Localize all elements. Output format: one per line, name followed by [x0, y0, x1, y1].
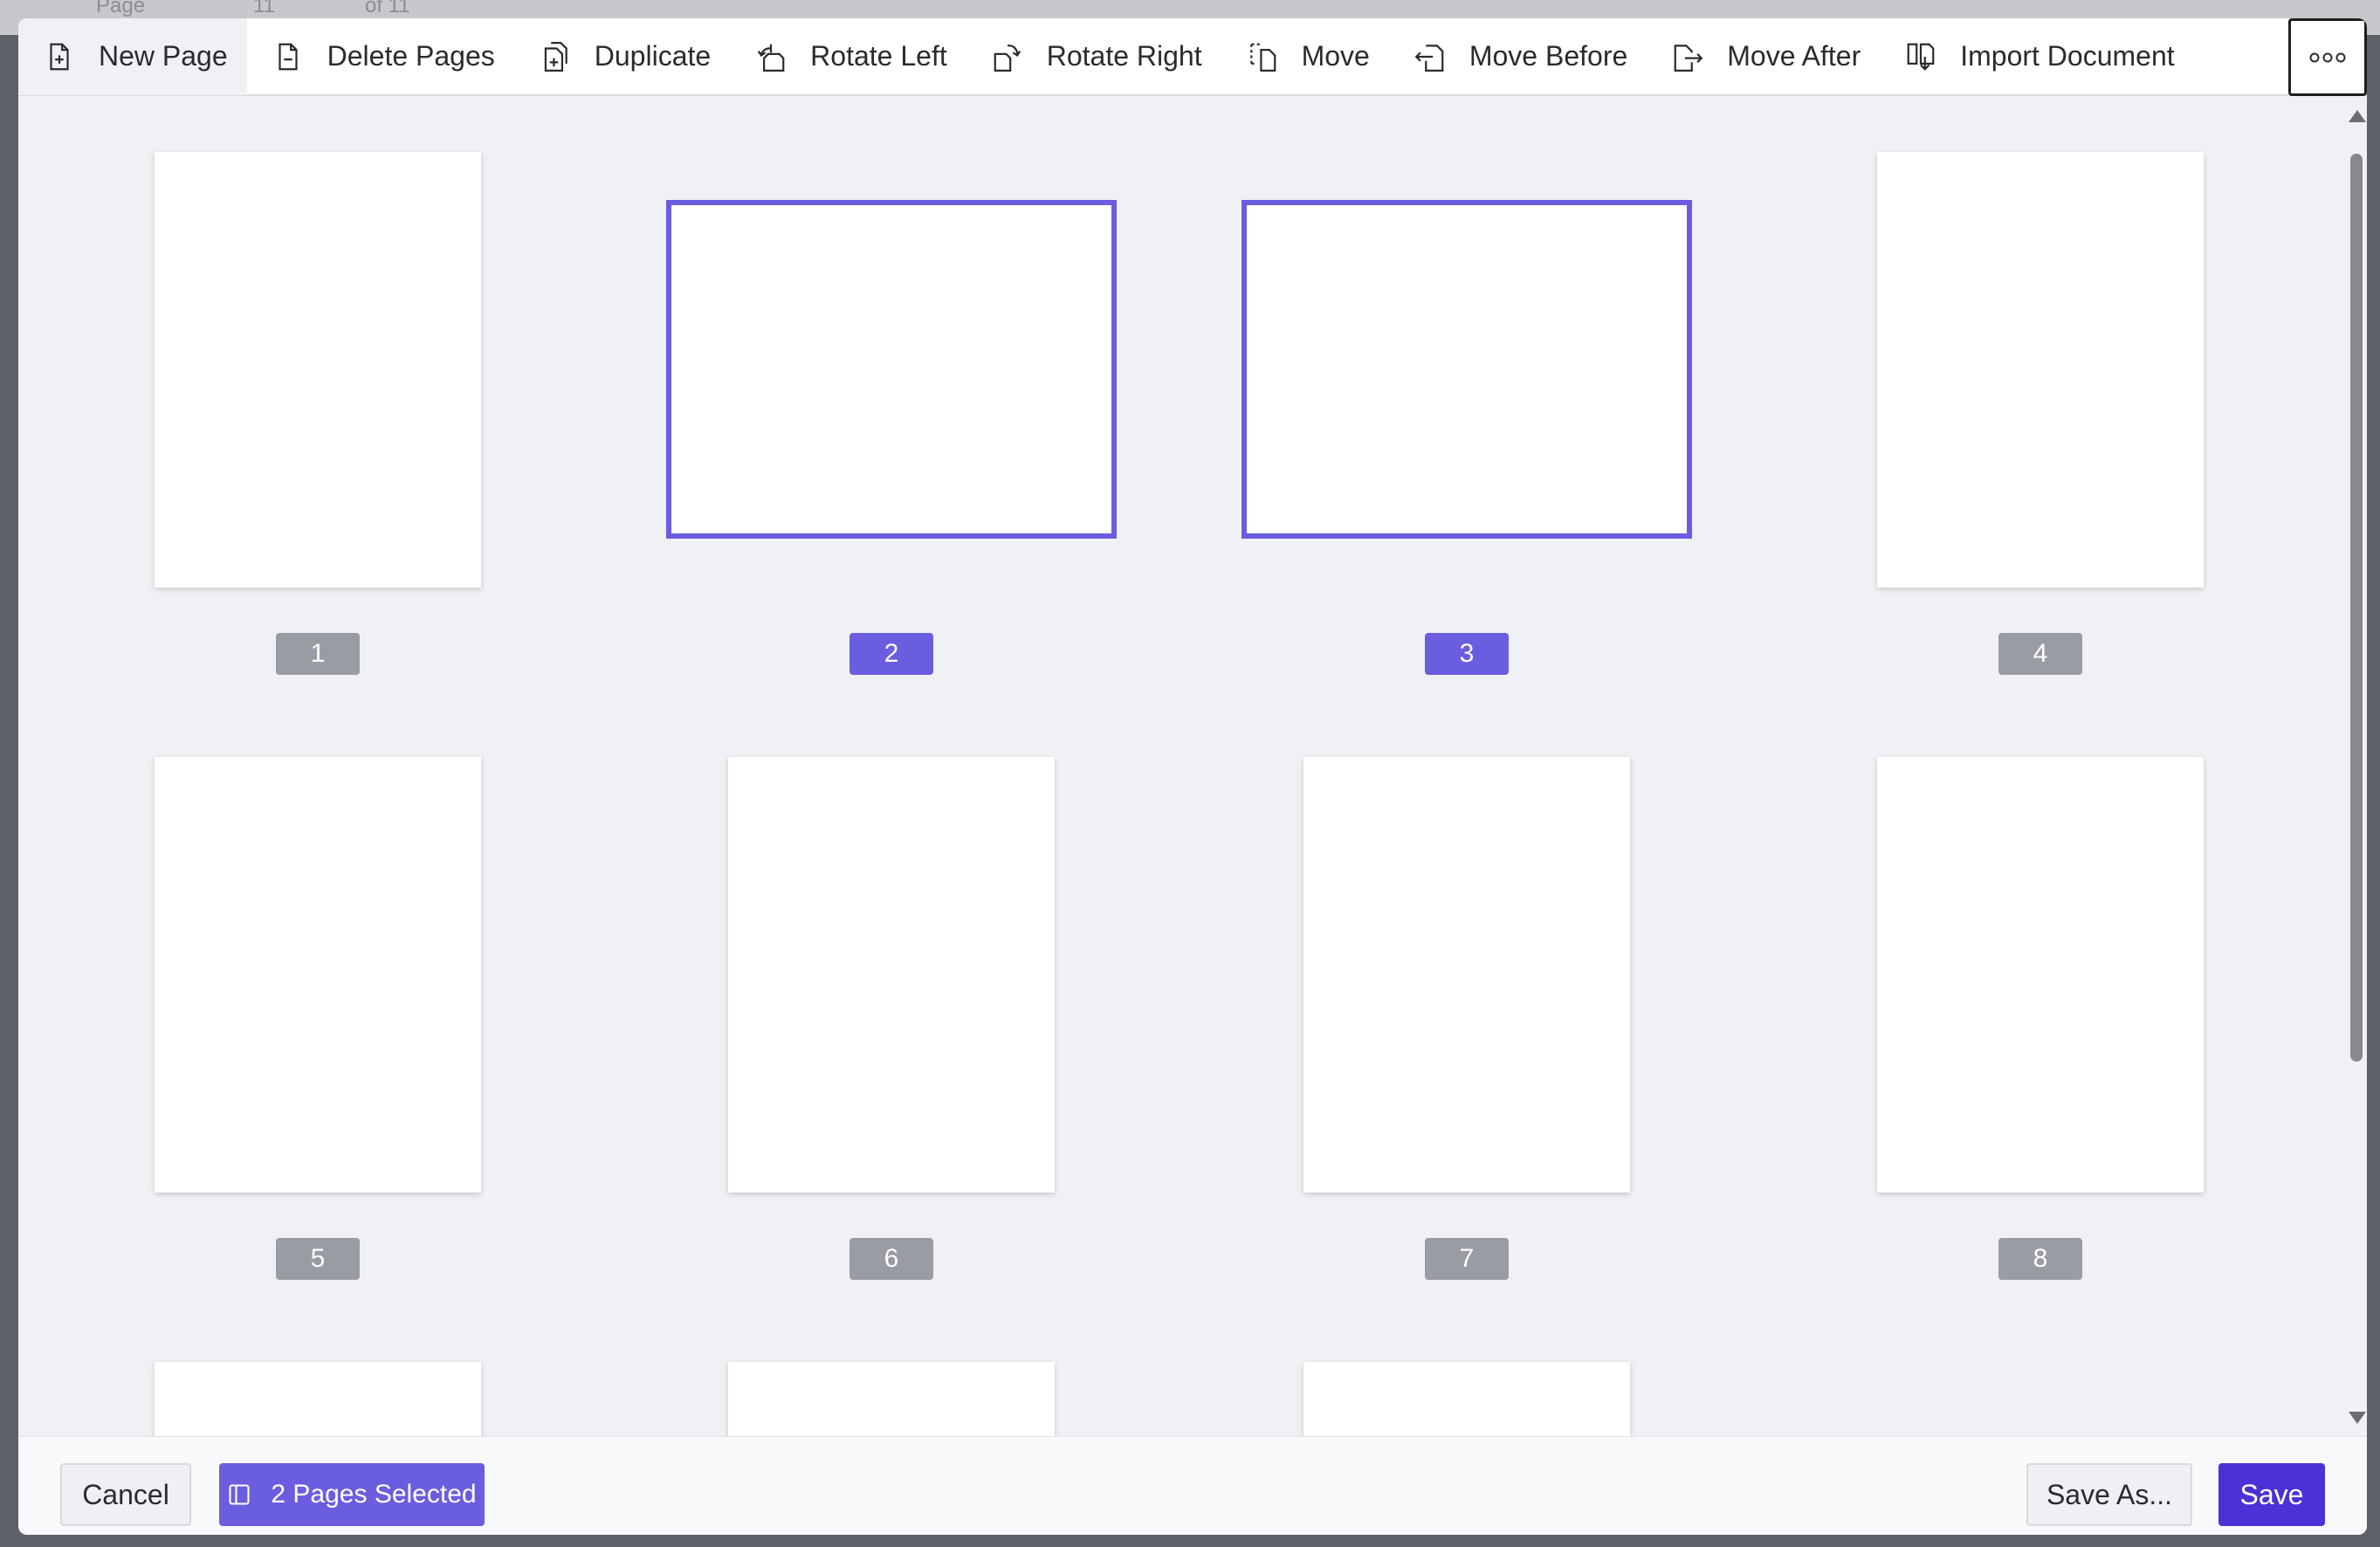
- move-button[interactable]: Move: [1221, 18, 1389, 95]
- page-thumbnail-6[interactable]: [728, 757, 1055, 1193]
- page-manipulation-dialog: New Page Delete Pages Duplicate Rotate L…: [18, 18, 2367, 1535]
- delete-pages-icon: [279, 43, 298, 70]
- import-document-button[interactable]: Import Document: [1880, 18, 2193, 95]
- scroll-up-arrow-icon[interactable]: [2349, 110, 2366, 122]
- rotate-right-icon: [994, 44, 1021, 72]
- page-toolbar: New Page Delete Pages Duplicate Rotate L…: [18, 18, 2367, 96]
- page-thumbnail-8[interactable]: [1877, 757, 2204, 1193]
- page-number-badge-8: 8: [1998, 1238, 2082, 1280]
- page-number-badge-3: 3: [1425, 633, 1509, 675]
- page-thumbnail-2[interactable]: [666, 200, 1117, 539]
- scrollbar-thumb[interactable]: [2350, 154, 2363, 1062]
- more-options-button[interactable]: [2288, 18, 2367, 96]
- rotate-right-button[interactable]: Rotate Right: [966, 18, 1221, 95]
- move-after-label: Move After: [1727, 40, 1861, 72]
- vertical-scrollbar[interactable]: [2344, 98, 2367, 1436]
- page-thumbnail-1[interactable]: [155, 152, 481, 588]
- delete-pages-label: Delete Pages: [327, 40, 495, 72]
- import-document-icon: [1907, 43, 1935, 71]
- delete-pages-button[interactable]: Delete Pages: [247, 18, 514, 95]
- rotate-left-icon: [757, 44, 785, 72]
- page-number-badge-4: 4: [1998, 633, 2082, 675]
- move-before-icon: [1414, 44, 1444, 72]
- move-icon: [1249, 43, 1276, 72]
- rotate-right-label: Rotate Right: [1046, 40, 1202, 72]
- page-thumbnail-10[interactable]: [728, 1362, 1055, 1436]
- move-before-label: Move Before: [1469, 40, 1628, 72]
- dialog-footer: Cancel 2 Pages Selected Save As... Save: [18, 1436, 2367, 1535]
- page-thumbnail-7[interactable]: [1303, 757, 1630, 1193]
- page-thumbnail-3[interactable]: [1242, 200, 1692, 539]
- page-thumbnail-4[interactable]: [1877, 152, 2204, 588]
- page-number-badge-1: 1: [276, 633, 360, 675]
- page-number-badge-6: 6: [850, 1238, 933, 1280]
- duplicate-label: Duplicate: [594, 40, 712, 72]
- page-thumbnail-5[interactable]: [155, 757, 481, 1193]
- more-options-icon: [2309, 52, 2346, 62]
- page-thumbnail-grid: 1 2 3 4 5 6 7 8: [18, 98, 2341, 1436]
- page-thumbnail-11[interactable]: [1303, 1362, 1630, 1436]
- scroll-down-arrow-icon[interactable]: [2349, 1412, 2366, 1424]
- rotate-left-button[interactable]: Rotate Left: [730, 18, 966, 95]
- page-thumbnail-9[interactable]: [155, 1362, 481, 1436]
- move-before-button[interactable]: Move Before: [1389, 18, 1647, 95]
- move-label: Move: [1301, 40, 1370, 72]
- cancel-button[interactable]: Cancel: [60, 1463, 191, 1526]
- page-number-badge-2: 2: [850, 633, 933, 675]
- new-page-label: New Page: [99, 40, 228, 72]
- selected-pages-icon: [229, 1484, 250, 1505]
- duplicate-icon: [544, 41, 567, 72]
- page-number-badge-5: 5: [276, 1238, 360, 1280]
- bg-page-label: Page: [96, 0, 146, 17]
- move-after-button[interactable]: Move After: [1647, 18, 1880, 95]
- save-as-button[interactable]: Save As...: [2026, 1463, 2192, 1526]
- page-number-badge-7: 7: [1425, 1238, 1509, 1280]
- import-document-label: Import Document: [1960, 40, 2175, 72]
- pages-selected-button[interactable]: 2 Pages Selected: [219, 1463, 485, 1526]
- bg-of-label: of 11: [365, 0, 410, 17]
- duplicate-button[interactable]: Duplicate: [514, 18, 730, 95]
- new-page-icon: [50, 43, 69, 70]
- save-button[interactable]: Save: [2218, 1463, 2325, 1526]
- new-page-button[interactable]: New Page: [18, 18, 247, 95]
- rotate-left-label: Rotate Left: [810, 40, 947, 72]
- bg-page-value: 11: [253, 0, 275, 17]
- move-after-icon: [1674, 44, 1703, 72]
- pages-selected-label: 2 Pages Selected: [271, 1480, 477, 1509]
